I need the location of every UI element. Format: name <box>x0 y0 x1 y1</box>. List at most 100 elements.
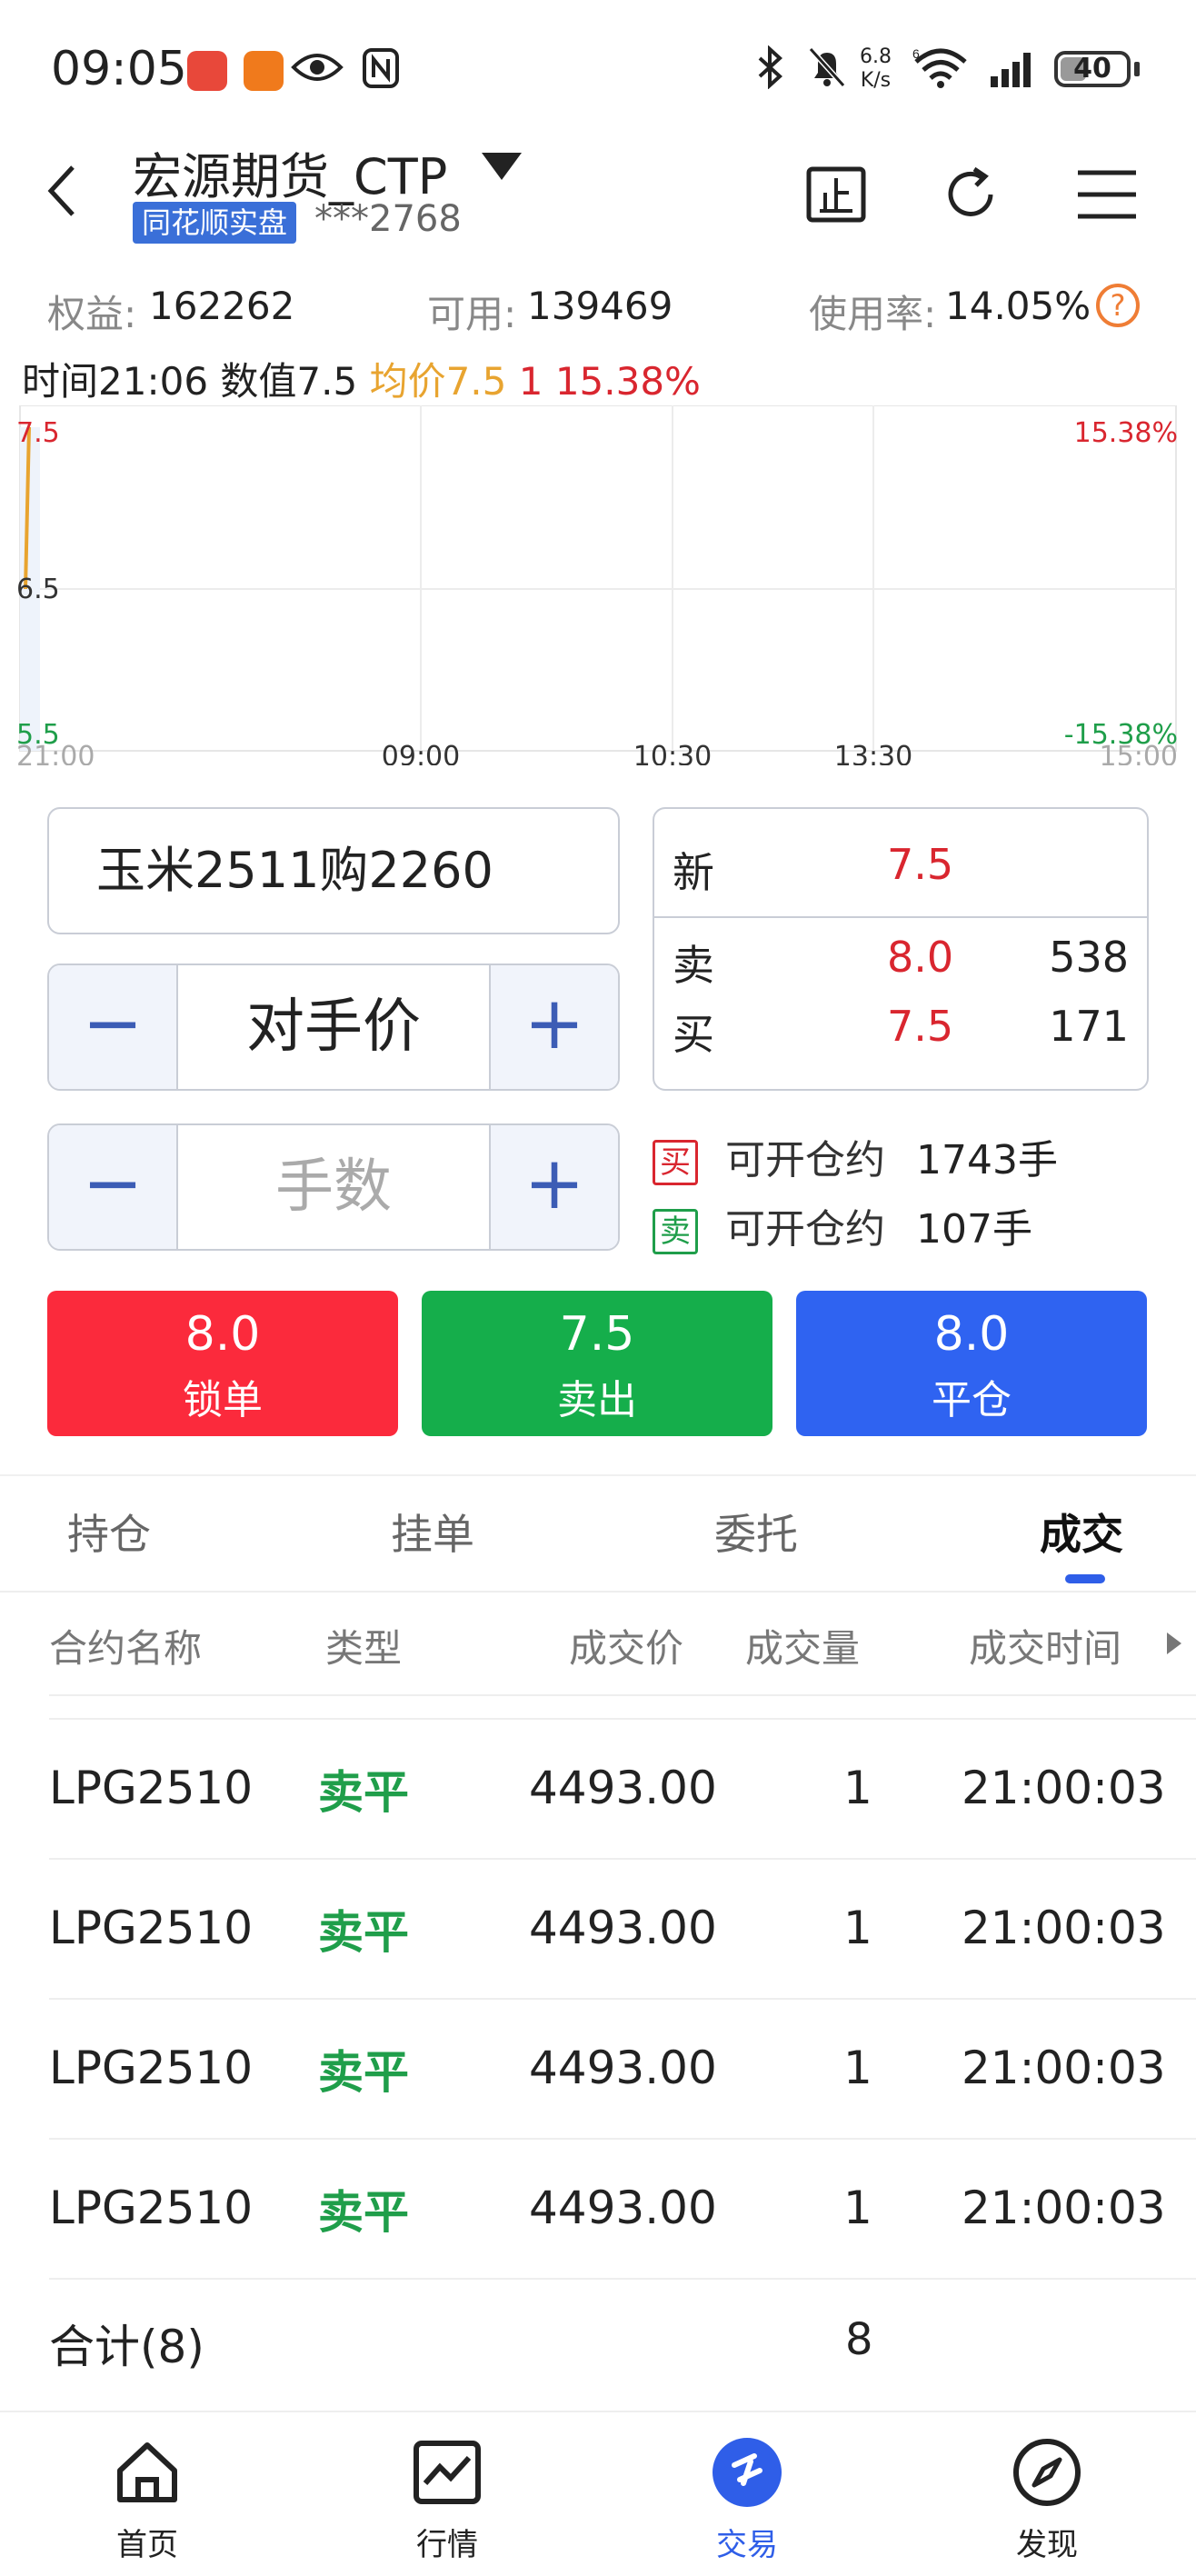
col-qty-header[interactable]: 成交量 <box>745 1618 860 1673</box>
col-price-header[interactable]: 成交价 <box>569 1618 683 1673</box>
close-position-button[interactable]: 8.0 平仓 <box>796 1291 1147 1436</box>
nfc-icon <box>363 48 399 88</box>
network-speed-unit: K/s <box>860 69 892 92</box>
quote-new-price: 7.5 <box>887 840 954 889</box>
y-tick-label: 7.5 <box>16 417 60 449</box>
nav-discover[interactable]: 发现 <box>956 2434 1138 2564</box>
quote-buy-label: 买 <box>673 1010 714 1059</box>
usage-label: 使用率: <box>809 292 937 336</box>
quote-sell-price: 8.0 <box>887 933 954 982</box>
sell-open-amount: 107手 <box>916 1206 1032 1253</box>
available-label: 可用: <box>427 292 517 336</box>
table-row[interactable]: LPG2510 卖平 4493.00 1 21:00:03 <box>0 2140 1196 2280</box>
status-time: 09:05 <box>51 42 187 96</box>
row-price: 4493.00 <box>529 2182 717 2234</box>
x-tick-label: 13:30 <box>834 741 912 765</box>
row-price: 4493.00 <box>529 2042 717 2094</box>
intraday-chart[interactable]: 7.56.55.515.38%-15.38%21:00 09:00 10:30 13:… <box>16 405 1180 765</box>
row-time: 21:00:03 <box>962 1762 1166 1814</box>
total-label: 合计(8) <box>49 2321 204 2373</box>
col-time-header[interactable]: 成交时间 <box>969 1618 1121 1673</box>
account-dropdown-icon[interactable] <box>482 153 522 180</box>
row-qty: 1 <box>843 2182 872 2234</box>
lock-order-button[interactable]: 8.0 锁单 <box>47 1291 398 1436</box>
row-contract: LPG2510 <box>49 2182 253 2234</box>
table-row[interactable]: LPG2510 卖平 4493.00 1 21:00:03 <box>0 2000 1196 2140</box>
contract-field[interactable]: 玉米2511购2260 <box>47 807 620 934</box>
battery-percent: 40 <box>1073 53 1111 85</box>
x-tick-label: 15:00 <box>1100 741 1178 765</box>
price-stepper[interactable]: − 对手价 + <box>47 964 620 1091</box>
buy-open-amount: 1743手 <box>916 1137 1058 1183</box>
chart-time: 时间21:06 <box>22 359 209 404</box>
sell-price: 7.5 <box>559 1307 635 1362</box>
tab-pending[interactable]: 挂单 <box>391 1502 474 1562</box>
lock-order-label: 锁单 <box>183 1377 263 1423</box>
sell-open-capacity: 卖 可开仓约 107手 <box>653 1196 1032 1254</box>
refresh-icon[interactable] <box>938 162 1003 227</box>
nav-market[interactable]: 行情 <box>356 2434 538 2564</box>
active-tab-indicator <box>1065 1574 1105 1583</box>
mute-bell-icon <box>808 46 846 88</box>
lock-order-price: 8.0 <box>184 1307 261 1362</box>
nav-discover-label: 发现 <box>1016 2527 1078 2563</box>
back-icon[interactable] <box>44 164 80 218</box>
x-tick-label: 09:00 <box>382 741 460 765</box>
row-contract: LPG2510 <box>49 1902 253 1954</box>
network-speed-value: 6.8 <box>860 45 892 68</box>
row-type: 卖平 <box>318 1906 409 1959</box>
sell-button[interactable]: 7.5 卖出 <box>422 1291 772 1436</box>
nav-trade[interactable]: 交易 <box>656 2434 838 2564</box>
tab-positions[interactable]: 持仓 <box>67 1502 151 1562</box>
network-type: 6 <box>912 46 920 61</box>
price-plus-button[interactable]: + <box>491 965 618 1089</box>
chart-change: 15.38% <box>554 359 701 404</box>
wifi-icon: 6 <box>912 46 967 88</box>
quantity-plus-button[interactable]: + <box>491 1125 618 1249</box>
chart-avg: 均价7.5 <box>369 359 507 404</box>
price-mode[interactable]: 对手价 <box>176 965 491 1089</box>
x-tick-label: 21:00 <box>16 741 95 765</box>
app-notification-icon <box>187 51 227 91</box>
table-row[interactable]: LPG2510 卖平 4493.00 1 21:00:03 <box>0 1720 1196 1860</box>
y-tick-label: 6.5 <box>16 574 60 605</box>
close-position-label: 平仓 <box>932 1377 1012 1423</box>
row-contract: LPG2510 <box>49 1762 253 1814</box>
chart-volume: 1 <box>518 359 543 404</box>
help-icon[interactable]: ? <box>1096 284 1140 327</box>
eye-icon <box>291 54 344 81</box>
col-type-header[interactable]: 类型 <box>325 1618 402 1673</box>
row-time: 21:00:03 <box>962 2042 1166 2094</box>
sell-open-label: 可开仓约 <box>725 1206 885 1253</box>
tab-orders[interactable]: 委托 <box>714 1502 798 1562</box>
nav-home-label: 首页 <box>116 2527 178 2563</box>
row-divider <box>49 2278 1196 2280</box>
menu-icon[interactable] <box>1074 162 1140 227</box>
stop-order-icon[interactable] <box>803 162 869 227</box>
quote-sell-volume: 538 <box>1049 933 1129 982</box>
chart-value: 数值7.5 <box>220 359 358 404</box>
table-row[interactable]: LPG2510 卖平 4493.00 1 21:00:03 <box>0 1860 1196 2000</box>
row-time: 21:00:03 <box>962 1902 1166 1954</box>
battery-icon: 40 <box>1054 51 1131 87</box>
row-type: 卖平 <box>318 2186 409 2239</box>
col-contract-header[interactable]: 合约名称 <box>49 1618 202 1673</box>
quantity-stepper[interactable]: − 手数 + <box>47 1123 620 1251</box>
equity-label: 权益: <box>47 292 137 336</box>
buy-open-label: 可开仓约 <box>725 1137 885 1183</box>
scroll-right-icon[interactable] <box>1167 1632 1181 1654</box>
price-minus-button[interactable]: − <box>49 965 176 1089</box>
chart-frame <box>19 405 1177 752</box>
quantity-minus-button[interactable]: − <box>49 1125 176 1249</box>
buy-open-capacity: 买 可开仓约 1743手 <box>653 1127 1058 1185</box>
buy-tag: 买 <box>653 1140 698 1185</box>
quote-new-label: 新 <box>673 848 714 897</box>
quantity-input[interactable]: 手数 <box>176 1125 491 1249</box>
quote-panel: 新 7.5 卖 8.0 538 买 7.5 171 <box>653 807 1149 1091</box>
nav-home[interactable]: 首页 <box>56 2434 238 2564</box>
row-contract: LPG2510 <box>49 2042 253 2094</box>
tab-trades[interactable]: 成交 <box>1040 1502 1123 1562</box>
home-icon <box>117 2442 177 2502</box>
row-price: 4493.00 <box>529 1762 717 1814</box>
quote-buy-price: 7.5 <box>887 1002 954 1051</box>
